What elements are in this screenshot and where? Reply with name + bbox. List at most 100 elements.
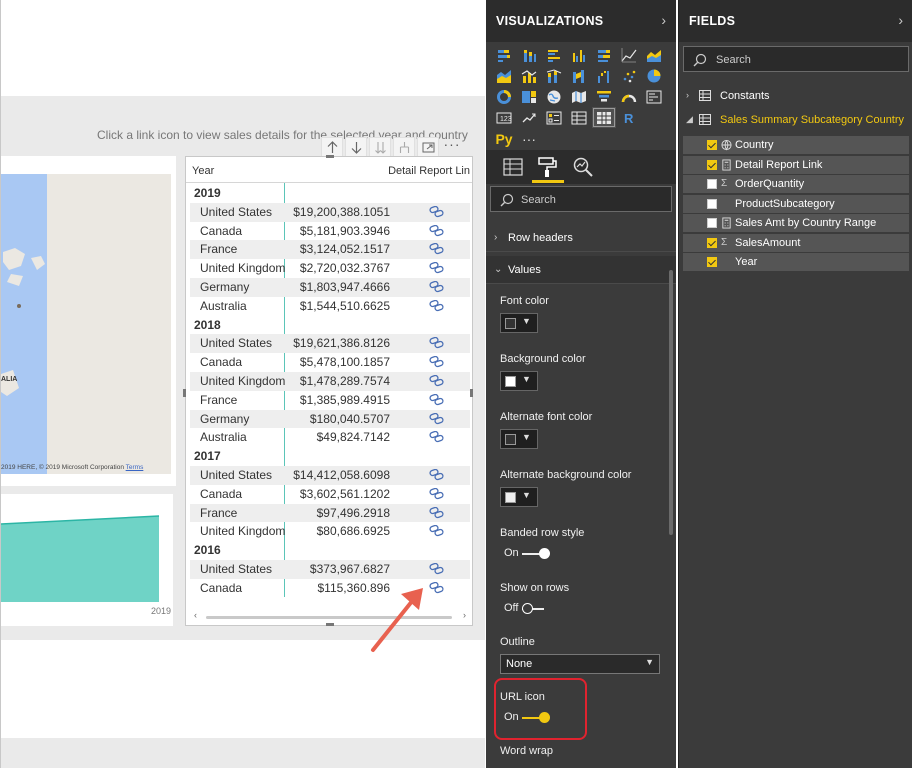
link-icon[interactable] [429,374,445,387]
field-checkbox[interactable] [707,159,717,170]
field-item[interactable]: Σ SalesAmount [683,233,909,252]
map-terms-link[interactable]: Terms [126,464,144,471]
line-clustered-column-icon[interactable] [517,65,541,86]
scroll-left-icon[interactable]: ‹ [194,610,197,620]
multi-row-card-icon[interactable] [642,86,666,107]
format-search-input[interactable]: Search [490,186,672,212]
format-paint-roller-icon[interactable] [536,156,558,178]
map-visual[interactable]: ALIA 2019 HERE, © 2019 Microsoft Corpora… [1,156,176,486]
expand-down-icon[interactable]: ◢ [686,114,693,125]
country-cell: United Kingdom [200,524,286,539]
font-color-picker[interactable]: ▼ [500,313,538,333]
collapse-chevron-icon[interactable]: › [661,12,666,28]
matrix-icon[interactable] [592,107,616,128]
column-header-detail-link[interactable]: Detail Report Lin [388,165,470,177]
fields-search-input[interactable]: Search [683,46,909,72]
drill-down-button[interactable] [345,137,367,157]
alternate-background-color-picker[interactable]: ▼ [500,487,538,507]
fields-table-node[interactable]: › Constants [679,86,912,106]
expand-right-icon[interactable]: › [686,90,689,100]
line-chart-icon[interactable] [617,44,641,65]
funnel-icon[interactable] [592,86,616,107]
link-icon[interactable] [429,581,445,594]
field-checkbox[interactable] [707,179,717,189]
link-icon[interactable] [429,356,445,368]
donut-chart-icon[interactable] [492,86,516,107]
waterfall-icon[interactable] [592,65,616,86]
field-item[interactable]: Country [683,136,909,154]
field-checkbox[interactable] [707,198,717,209]
area-chart-icon[interactable] [642,44,666,65]
link-icon[interactable] [429,412,445,425]
ribbon-chart-icon[interactable] [567,65,591,86]
field-item[interactable]: ProductSubcategory [683,194,909,213]
focus-mode-button[interactable] [417,137,439,157]
line-stacked-column-icon[interactable] [542,65,566,86]
link-icon[interactable] [429,393,445,406]
card-icon[interactable]: 123 [492,107,516,128]
collapse-chevron-icon[interactable]: › [898,12,903,28]
link-icon[interactable] [429,280,445,293]
alternate-font-color-picker[interactable]: ▼ [500,429,538,449]
field-checkbox[interactable] [707,218,717,228]
drill-up-button[interactable] [321,137,343,157]
scatter-chart-icon[interactable] [617,65,641,86]
gauge-icon[interactable] [617,86,641,107]
link-icon[interactable] [429,487,445,500]
section-values[interactable]: ⌄ Values [486,256,676,284]
field-checkbox[interactable] [707,140,717,150]
field-item[interactable]: Σ OrderQuantity [683,175,909,193]
stacked-column-icon[interactable] [517,44,541,65]
section-row-headers[interactable]: › Row headers [486,224,676,252]
background-color-picker[interactable]: ▼ [500,371,538,391]
resize-handle-left[interactable] [183,389,186,397]
field-checkbox[interactable] [707,237,717,248]
next-level-button[interactable] [369,137,391,157]
expand-hierarchy-button[interactable] [393,137,415,157]
outline-select[interactable]: None ▼ [500,654,660,674]
format-pane-scrollbar[interactable] [669,270,673,535]
field-item[interactable]: Detail Report Link [683,155,909,174]
link-icon[interactable] [429,562,445,575]
resize-handle-right[interactable] [470,389,473,397]
link-icon[interactable] [429,431,445,443]
table-visual[interactable]: Year Detail Report Lin 2019 United States… [183,155,473,626]
field-item[interactable]: Sales Amt by Country Range [683,214,909,232]
link-icon[interactable] [429,525,445,537]
map-icon[interactable] [542,86,566,107]
clustered-column-icon[interactable] [567,44,591,65]
stacked-area-icon[interactable] [492,65,516,86]
python-visual-button[interactable]: Py [492,128,516,149]
table-icon[interactable] [567,107,591,128]
stacked-bar-icon[interactable] [492,44,516,65]
r-script-visual-icon[interactable]: R [617,107,641,128]
kpi-icon[interactable] [517,107,541,128]
link-icon[interactable] [429,468,445,481]
100-stacked-bar-icon[interactable] [592,44,616,65]
link-icon[interactable] [429,299,445,312]
clustered-bar-icon[interactable] [542,44,566,65]
analytics-magnifier-icon[interactable] [572,156,594,178]
more-options-button[interactable]: ··· [441,137,463,157]
field-item[interactable]: Year [683,253,909,271]
fields-well-tab-icon[interactable] [502,156,524,178]
column-header-year[interactable]: Year [192,165,214,177]
link-icon[interactable] [429,243,445,255]
field-checkbox[interactable] [707,257,717,267]
link-icon[interactable] [429,506,445,519]
filled-map-icon[interactable] [567,86,591,107]
link-icon[interactable] [429,262,445,274]
treemap-icon[interactable] [517,86,541,107]
resize-handle-bottom[interactable] [326,623,334,626]
link-icon[interactable] [429,205,445,218]
dropdown-caret-icon: ▼ [522,316,531,326]
pie-chart-icon[interactable] [642,65,666,86]
link-icon[interactable] [429,224,445,237]
area-chart-visual[interactable]: 2019 [1,494,173,626]
slicer-icon[interactable] [542,107,566,128]
scroll-right-icon[interactable]: › [463,610,466,620]
fields-table-node[interactable]: ◢ Sales Summary Subcategory Country [679,110,912,130]
link-icon[interactable] [429,337,445,349]
resize-handle-top[interactable] [326,155,334,158]
more-visuals-button[interactable]: ··· [517,128,541,149]
